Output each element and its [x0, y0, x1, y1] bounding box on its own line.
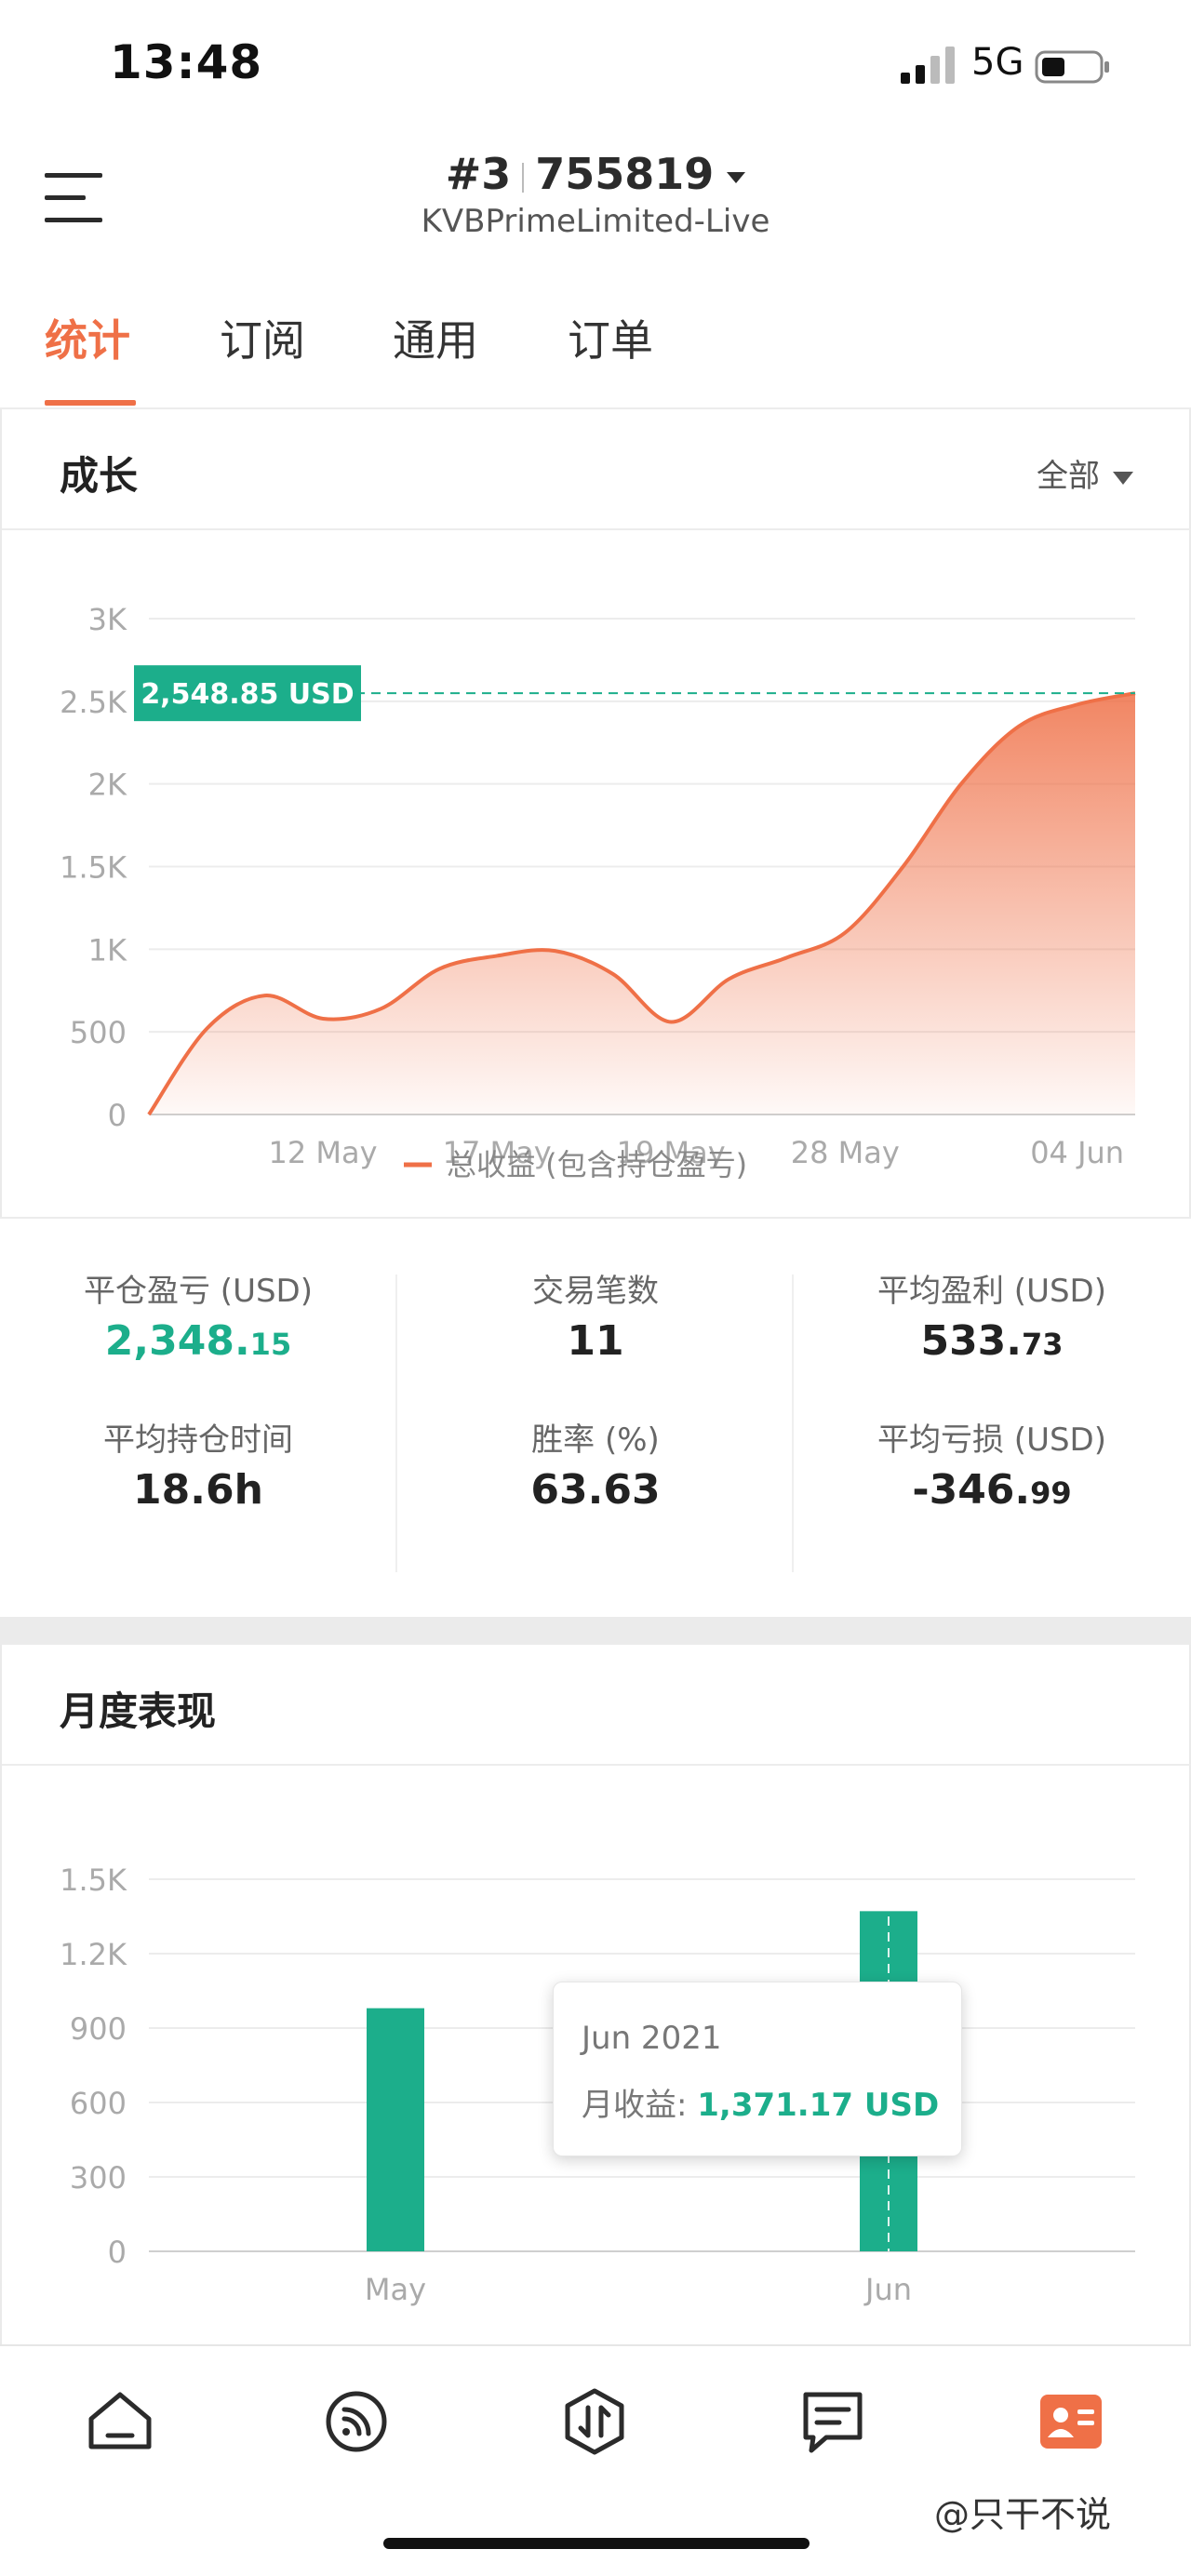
x-tick-label: May	[365, 2272, 426, 2307]
account-selector[interactable]: #3 755819 KVBPrimeLimited-Live	[0, 149, 1191, 240]
y-tick-label: 1.5K	[60, 1862, 127, 1898]
x-tick-label: Jun	[863, 2272, 912, 2307]
tooltip-label: 月收益:	[582, 2087, 698, 2124]
section-separator	[0, 1617, 1191, 1645]
y-tick-label: 3K	[88, 602, 127, 637]
range-filter-label: 全部	[1037, 458, 1100, 495]
chevron-down-icon	[1113, 471, 1133, 485]
y-tick-label: 1.5K	[60, 850, 127, 886]
y-tick-label: 2K	[88, 767, 127, 803]
avg-loss-label: 平均亏损 (USD)	[877, 1421, 1106, 1459]
tab-subscriptions[interactable]: 订阅	[220, 307, 305, 368]
trades-value: 11	[567, 1317, 624, 1365]
y-tick-label: 300	[70, 2160, 127, 2196]
trades-label: 交易笔数	[532, 1273, 659, 1310]
closed-pnl-value: 2,348.15	[104, 1317, 292, 1365]
monthly-title: 月度表现	[60, 1688, 217, 1734]
profile-card-icon[interactable]	[1035, 2385, 1107, 2458]
stats-column-3: 平均盈利 (USD) 533.73 平均亏损 (USD) -346.99	[794, 1265, 1190, 1522]
win-rate-value: 63.63	[530, 1466, 661, 1514]
y-tick-label: 600	[70, 2086, 127, 2121]
messages-icon[interactable]	[796, 2385, 869, 2458]
tooltip-title: Jun 2021	[582, 2020, 722, 2057]
cellular-signal-icon	[901, 47, 955, 84]
y-tick-label: 0	[108, 1098, 127, 1133]
chart-tooltip: Jun 2021 月收益: 1,371.17 USD	[553, 1982, 962, 2156]
bar	[367, 2008, 424, 2251]
avg-profit-label: 平均盈利 (USD)	[877, 1273, 1106, 1310]
x-tick-label: 12 May	[269, 1135, 378, 1170]
growth-header: 成长 全部	[2, 409, 1191, 530]
legend-label: 总收益 (包含持仓盈亏)	[447, 1147, 747, 1182]
y-tick-label: 1.2K	[60, 1937, 127, 1972]
y-tick-label: 900	[70, 2011, 127, 2047]
trade-icon[interactable]	[558, 2385, 631, 2458]
range-filter[interactable]: 全部	[1037, 450, 1133, 496]
account-id: 755819	[535, 149, 715, 199]
closed-pnl-label: 平仓盈亏 (USD)	[84, 1273, 313, 1310]
tab-orders[interactable]: 订单	[568, 307, 653, 368]
home-icon[interactable]	[84, 2385, 156, 2458]
server-name: KVBPrimeLimited-Live	[421, 203, 770, 240]
stats-column-2: 交易笔数 11 胜率 (%) 63.63	[397, 1265, 794, 1522]
avg-hold-label: 平均持仓时间	[103, 1421, 293, 1459]
app-header: #3 755819 KVBPrimeLimited-Live	[0, 130, 1191, 270]
growth-title: 成长	[60, 453, 139, 499]
tab-statistics[interactable]: 统计	[45, 307, 130, 368]
reference-label: 2,548.85 USD	[141, 678, 354, 711]
network-type: 5G	[971, 41, 1024, 84]
watermark: @只干不说	[934, 2494, 1112, 2535]
stats-panel: 平仓盈亏 (USD) 2,348.15 平均持仓时间 18.6h 交易笔数 11…	[0, 1217, 1191, 1617]
growth-card: 成长 全部 0 500 1K 1.5K 2K 2.5K 3K 12 May 17 May 19 M…	[0, 409, 1191, 1219]
y-tick-label: 2.5K	[60, 685, 127, 720]
avg-loss-value: -346.99	[912, 1466, 1072, 1514]
win-rate-label: 胜率 (%)	[531, 1421, 660, 1459]
home-indicator	[383, 2538, 810, 2549]
stats-column-1: 平仓盈亏 (USD) 2,348.15 平均持仓时间 18.6h	[0, 1265, 396, 1522]
y-tick-label: 1K	[88, 932, 127, 968]
y-tick-label: 0	[108, 2235, 127, 2270]
tooltip-value: 1,371.17 USD	[697, 2087, 940, 2124]
x-tick-label: 04 Jun	[1030, 1135, 1124, 1170]
growth-chart: 05001K1.5K2K2.5K3K12 May 17 May 19 May 28 M…	[60, 602, 1136, 1182]
monthly-header: 月度表现	[2, 1645, 1191, 1766]
status-time: 13:48	[110, 35, 263, 89]
signal-feed-icon[interactable]	[320, 2385, 393, 2458]
avg-profit-value: 533.73	[920, 1317, 1064, 1365]
active-tab-indicator	[45, 400, 136, 406]
dropdown-caret-icon	[727, 171, 746, 183]
x-tick-label: 28 May	[791, 1135, 900, 1170]
battery-icon	[1035, 50, 1109, 84]
status-bar: 13:48 5G	[0, 0, 1191, 130]
y-tick-label: 500	[70, 1015, 127, 1050]
tab-general[interactable]: 通用	[393, 307, 478, 368]
tooltip-line: 月收益: 1,371.17 USD	[582, 2079, 939, 2125]
tab-bar: 统计 订阅 通用 订单	[0, 270, 1191, 409]
account-number: #3	[445, 149, 512, 199]
avg-hold-value: 18.6h	[133, 1466, 263, 1514]
